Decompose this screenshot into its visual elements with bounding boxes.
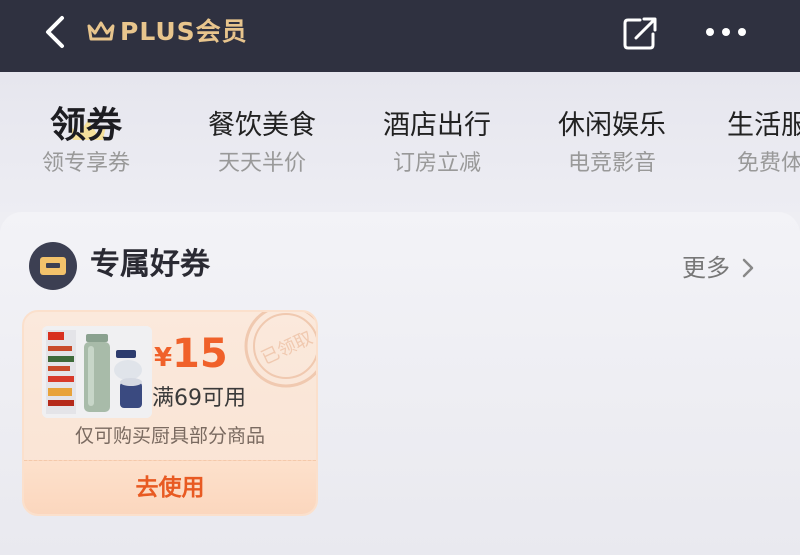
tab-entertainment[interactable]: 休闲娱乐 电竞影音	[532, 106, 692, 196]
tab-subtitle: 电竞影音	[567, 151, 656, 176]
page-title: PLUS会员	[120, 17, 248, 46]
use-coupon-button[interactable]: 去使用	[24, 460, 316, 514]
crown-icon	[87, 21, 115, 41]
product-image	[42, 326, 152, 418]
coupon-card[interactable]: 已领取 ¥ 15 满69可用 仅可购买厨具部分商品 去使用	[22, 310, 318, 516]
tab-subtitle: 订房立减	[392, 151, 481, 176]
stamp-text: 已领取	[258, 327, 316, 369]
tab-hotel-travel[interactable]: 酒店出行 订房立减	[357, 106, 517, 196]
top-nav-bar: PLUS会员	[0, 0, 800, 72]
tab-title: 休闲娱乐	[558, 110, 666, 141]
tab-coupons[interactable]: 领券 领专享券	[6, 106, 166, 196]
tab-subtitle: 领专享券	[41, 151, 130, 176]
tab-title: 餐饮美食	[208, 110, 316, 141]
more-link[interactable]: 更多	[682, 252, 730, 284]
tab-life-services[interactable]: 生活服 免费体	[707, 106, 800, 196]
ticket-icon	[29, 242, 77, 290]
tab-subtitle: 免费体	[737, 151, 800, 176]
tab-title: 酒店出行	[383, 110, 491, 141]
coupon-amount: 15	[172, 331, 228, 377]
more-icon[interactable]	[704, 24, 748, 40]
coupon-description: 仅可购买厨具部分商品	[74, 425, 265, 447]
tab-food[interactable]: 餐饮美食 天天半价	[182, 106, 342, 196]
share-icon[interactable]	[620, 14, 660, 52]
claimed-stamp-icon: 已领取	[244, 312, 316, 388]
tab-title: 领券	[49, 105, 122, 146]
tab-title: 生活服	[727, 110, 800, 141]
exclusive-coupons-card: 专属好券 更多 已领取 ¥ 15 满69可用 仅可购买厨具部分商品 去使用	[0, 212, 800, 555]
section-title: 专属好券	[90, 247, 210, 282]
category-tabs: 领券 领专享券 餐饮美食 天天半价 酒店出行 订房立减 休闲娱乐 电竞影音 生活…	[0, 72, 800, 212]
chevron-right-icon[interactable]	[740, 256, 756, 280]
coupon-condition: 满69可用	[152, 386, 246, 411]
chevron-left-icon[interactable]	[40, 14, 72, 50]
price-symbol: ¥	[154, 343, 173, 373]
tab-subtitle: 天天半价	[217, 151, 306, 176]
